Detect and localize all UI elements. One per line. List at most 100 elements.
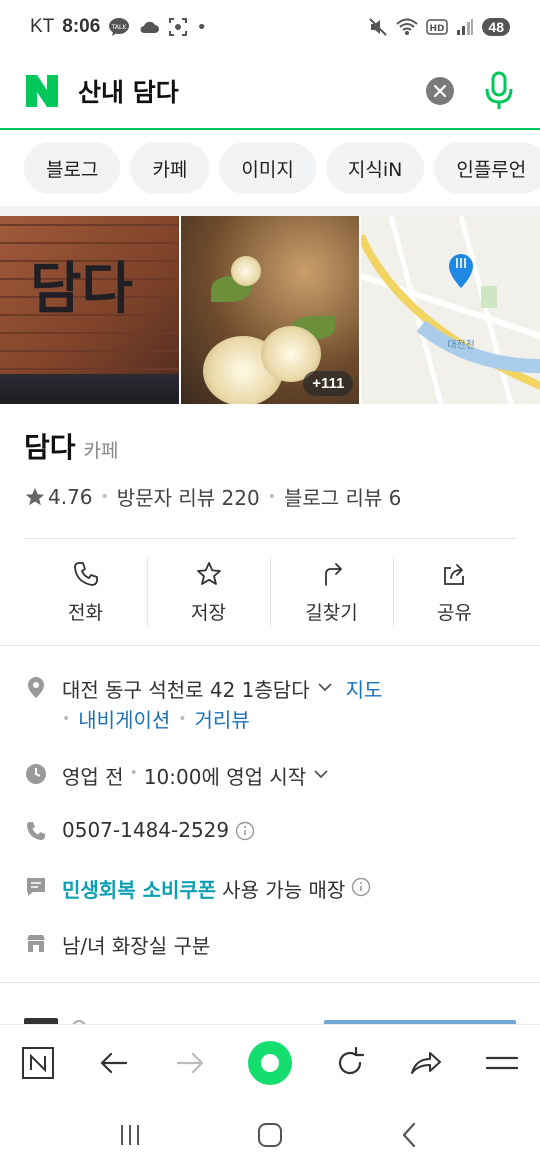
place-actions: 전화 저장 길찾기 공유 <box>24 540 516 644</box>
share-label: 공유 <box>437 601 472 624</box>
photo-interior[interactable]: +111 <box>180 216 360 404</box>
address-text: 대전 동구 석천로 42 1층담다 <box>62 678 310 702</box>
svg-text:HD: HD <box>430 24 445 34</box>
divider <box>24 538 516 539</box>
phone-number[interactable]: 0507-1484-2529 <box>62 818 229 842</box>
chevron-down-icon[interactable] <box>312 765 330 783</box>
menu-icon[interactable] <box>484 1045 520 1081</box>
tab-image[interactable]: 이미지 <box>219 142 316 194</box>
phone-icon <box>73 561 98 586</box>
chevron-down-icon[interactable] <box>316 678 334 696</box>
store-icon <box>27 935 45 952</box>
navigation-link[interactable]: 내비게이션 <box>78 704 170 733</box>
location-pin-icon <box>28 677 44 698</box>
cafe-sign: 담다 <box>30 257 133 322</box>
naver-logo-icon[interactable] <box>24 73 60 109</box>
restroom-row: 남/녀 화장실 구분 <box>24 930 516 959</box>
photo-storefront[interactable]: 담다 <box>0 216 179 404</box>
search-input[interactable]: 산내 담다 <box>78 73 179 109</box>
next-section-peek <box>24 1010 516 1024</box>
separator-dot: • <box>62 710 71 727</box>
separator-dot: • <box>178 710 187 727</box>
microphone-icon <box>485 71 513 109</box>
green-dot-button[interactable] <box>248 1040 292 1085</box>
status-left: KT 8:06 TALK • <box>30 16 207 38</box>
refresh-icon[interactable] <box>332 1045 368 1081</box>
rating-value: 4.76 <box>48 484 93 509</box>
address-sub-links: • 내비게이션 • 거리뷰 <box>62 704 250 733</box>
android-navigation-bar <box>0 1100 540 1170</box>
signal-icon <box>457 19 474 35</box>
clock: 8:06 <box>62 16 101 37</box>
phone-row: 0507-1484-2529 <box>24 818 516 843</box>
call-button[interactable]: 전화 <box>24 540 147 644</box>
talk-icon: TALK <box>109 18 130 36</box>
share-button[interactable]: 공유 <box>393 540 516 644</box>
browser-toolbar <box>0 1024 540 1100</box>
separator-dot: • <box>129 765 138 781</box>
place-name: 담다 <box>24 431 76 464</box>
directions-icon <box>324 562 342 586</box>
place-photos: 담다 +111 대전천 <box>0 216 540 404</box>
clock-icon <box>26 764 46 784</box>
wifi-icon <box>396 18 419 35</box>
voice-search-button[interactable] <box>482 71 516 111</box>
share-icon <box>443 563 464 585</box>
hours-row[interactable]: 영업 전 • 10:00에 영업 시작 <box>24 761 516 790</box>
directions-button[interactable]: 길찾기 <box>270 540 393 644</box>
place-header: 담다 카페 <box>24 426 119 466</box>
info-icon[interactable] <box>235 821 255 841</box>
rating-star-icon <box>25 487 45 505</box>
divider <box>0 982 540 983</box>
place-category: 카페 <box>83 440 119 462</box>
separator-dot: • <box>100 488 109 505</box>
back-icon[interactable] <box>395 1120 425 1150</box>
separator-dot: • <box>267 488 276 505</box>
hd-icon: HD <box>426 19 449 35</box>
rating-row: 4.76 • 방문자 리뷰 220 • 블로그 리뷰 6 <box>24 482 401 511</box>
hours-status: 영업 전 <box>62 765 124 789</box>
coupon-highlight[interactable]: 민생회복 소비쿠폰 <box>62 874 216 903</box>
tab-knowledge-in[interactable]: 지식iN <box>325 142 425 194</box>
recent-apps-icon[interactable] <box>115 1120 145 1150</box>
dot-icon: • <box>196 16 207 38</box>
coupon-text: 사용 가능 매장 <box>222 878 346 902</box>
carrier: KT <box>30 16 55 37</box>
status-right: HD 48 <box>368 17 510 37</box>
back-arrow-icon[interactable] <box>96 1045 132 1081</box>
message-icon <box>27 878 45 896</box>
search-bar: 산내 담다 <box>0 54 540 130</box>
tab-influencer[interactable]: 인플루언 <box>434 142 540 194</box>
visitor-reviews-link[interactable]: 방문자 리뷰 220 <box>117 482 260 511</box>
forward-arrow-icon[interactable] <box>172 1045 208 1081</box>
sign-text: 담다 <box>30 257 133 322</box>
map-label: 대전천 <box>448 339 476 351</box>
mini-map[interactable]: 대전천 <box>361 216 540 404</box>
status-bar: KT 8:06 TALK • HD 48 <box>0 0 540 54</box>
search-category-tabs: 블로그 카페 이미지 지식iN 인플루언 <box>0 130 540 206</box>
clear-search-button[interactable] <box>426 77 454 105</box>
svg-text:TALK: TALK <box>111 24 128 31</box>
info-icon[interactable] <box>351 877 371 897</box>
mute-icon <box>369 18 388 36</box>
naver-home-icon[interactable] <box>20 1045 56 1081</box>
save-label: 저장 <box>191 601 226 624</box>
photo-count-badge[interactable]: +111 <box>303 371 354 396</box>
share-icon[interactable] <box>408 1045 444 1081</box>
battery-indicator: 48 <box>482 18 510 36</box>
tab-blog[interactable]: 블로그 <box>24 142 121 194</box>
save-button[interactable]: 저장 <box>147 540 270 644</box>
map-graphic: 대전천 <box>361 216 540 404</box>
address-row: 대전 동구 석천로 42 1층담다 지도 <box>24 674 516 703</box>
street-view-link[interactable]: 거리뷰 <box>195 704 250 733</box>
blog-reviews-link[interactable]: 블로그 리뷰 6 <box>284 482 401 511</box>
call-label: 전화 <box>68 601 103 624</box>
section-separator <box>0 206 540 216</box>
home-icon[interactable] <box>255 1120 285 1150</box>
shelf <box>0 374 179 404</box>
close-icon <box>433 84 447 98</box>
map-link[interactable]: 지도 <box>346 674 383 703</box>
coupon-row: 민생회복 소비쿠폰 사용 가능 매장 <box>24 874 516 903</box>
divider <box>0 645 540 646</box>
tab-cafe[interactable]: 카페 <box>130 142 210 194</box>
